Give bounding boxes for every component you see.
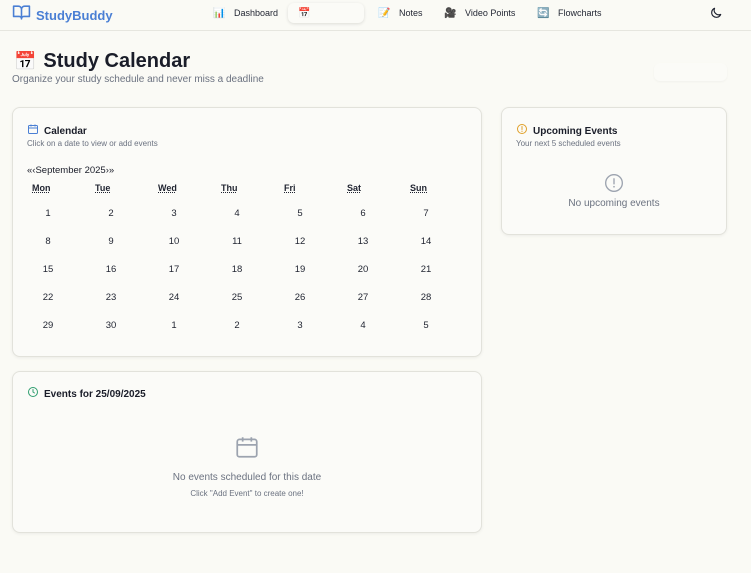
calendar-card-title: Calendar — [44, 125, 87, 137]
calendar-day-cell[interactable]: 30 — [91, 316, 131, 336]
calendar-day-cell[interactable]: 5 — [406, 316, 446, 336]
calendar-day-cell[interactable]: 16 — [91, 260, 131, 280]
calendar-day-cell[interactable]: 23 — [91, 288, 131, 308]
calendar-day-cell[interactable]: 25 — [217, 288, 257, 308]
events-card: Events for 25/09/2025 No events schedule… — [12, 371, 482, 533]
calendar-day-cell[interactable]: 10 — [154, 232, 194, 252]
calendar-day-cell[interactable]: 1 — [154, 316, 194, 336]
nav-video-points[interactable]: 🎥 Video Points — [444, 3, 515, 23]
empty-calendar-icon — [234, 434, 260, 465]
calendar-day-cell[interactable]: 28 — [406, 288, 446, 308]
calendar-day-cell[interactable]: 7 — [406, 204, 446, 224]
calendar-day-cell[interactable]: 4 — [217, 204, 257, 224]
nav-video-points-label: Video Points — [465, 8, 516, 18]
calendar-day-cell[interactable]: 24 — [154, 288, 194, 308]
calendar-day-cell[interactable]: 14 — [406, 232, 446, 252]
calendar-day-cell[interactable]: 29 — [28, 316, 68, 336]
nav-dashboard[interactable]: 📊 Dashboard — [213, 3, 278, 23]
weekday-label: Wed — [158, 183, 177, 193]
nav-calendar[interactable]: 📅 — [288, 3, 364, 23]
calendar-day-cell[interactable]: 15 — [28, 260, 68, 280]
calendar-day-cell[interactable]: 17 — [154, 260, 194, 280]
calendar-day-cell[interactable]: 22 — [28, 288, 68, 308]
brand-name: StudyBuddy — [36, 7, 113, 23]
clock-icon — [27, 385, 39, 403]
events-empty-hint: Click "Add Event" to create one! — [190, 489, 304, 498]
add-event-button[interactable] — [654, 63, 727, 81]
nav-notes[interactable]: 📝 Notes — [378, 3, 423, 23]
upcoming-card-header: Upcoming Events — [516, 122, 617, 140]
weekday-label: Tue — [95, 183, 111, 193]
calendar-day-cell[interactable]: 20 — [343, 260, 383, 280]
weekday-label: Mon — [32, 183, 51, 193]
nav-notes-label: Notes — [399, 8, 423, 18]
events-empty-message: No events scheduled for this date — [172, 472, 322, 483]
calendar-emoji-icon: 📅 — [14, 51, 37, 71]
alert-circle-icon — [516, 122, 528, 140]
calendar-card: Calendar Click on a date to view or add … — [12, 107, 482, 357]
calendar-day-cell[interactable]: 11 — [217, 232, 257, 252]
nav-flowcharts-label: Flowcharts — [558, 8, 602, 18]
calendar-day-cell[interactable]: 1 — [28, 204, 68, 224]
calendar-day-cell[interactable]: 19 — [280, 260, 320, 280]
events-empty-state: No events scheduled for this date Click … — [13, 472, 481, 498]
upcoming-empty-message: No upcoming events — [568, 198, 660, 209]
weekday-label: Sun — [410, 183, 427, 193]
next-month-button[interactable]: ›» — [106, 165, 114, 176]
calendar-day-cell[interactable]: 8 — [28, 232, 68, 252]
calendar-day-cell[interactable]: 12 — [280, 232, 320, 252]
calendar-day-cell[interactable]: 5 — [280, 204, 320, 224]
calendar-day-cell[interactable]: 27 — [343, 288, 383, 308]
calendar-day-cell[interactable]: 18 — [217, 260, 257, 280]
chart-icon: 📊 — [213, 7, 226, 19]
month-navigation: «‹September 2025›» — [27, 165, 114, 176]
cycle-icon: 🔄 — [537, 7, 550, 19]
month-label: September 2025 — [35, 165, 106, 176]
info-circle-icon — [604, 173, 624, 198]
calendar-icon — [27, 122, 39, 140]
calendar-day-cell[interactable]: 2 — [217, 316, 257, 336]
nav-flowcharts[interactable]: 🔄 Flowcharts — [537, 3, 602, 23]
page-title-text: Study Calendar — [43, 50, 191, 72]
calendar-day-cell[interactable]: 26 — [280, 288, 320, 308]
events-card-title: Events for 25/09/2025 — [44, 388, 146, 400]
book-icon — [12, 4, 31, 26]
moon-icon[interactable] — [709, 6, 723, 20]
upcoming-card-title: Upcoming Events — [533, 125, 618, 137]
weekday-label: Sat — [347, 183, 362, 193]
page-subtitle: Organize your study schedule and never m… — [12, 74, 264, 85]
calendar-day-cell[interactable]: 2 — [91, 204, 131, 224]
calendar-icon: 📅 — [298, 7, 311, 19]
page-title: 📅 Study Calendar — [14, 50, 190, 73]
top-navbar: StudyBuddy 📊 Dashboard 📅 📝 Notes 🎥 Video… — [0, 0, 751, 31]
calendar-day-cell[interactable]: 4 — [343, 316, 383, 336]
upcoming-events-card: Upcoming Events Your next 5 scheduled ev… — [501, 107, 727, 235]
memo-icon: 📝 — [378, 7, 391, 19]
weekday-label: Fri — [284, 183, 296, 193]
weekday-label: Thu — [221, 183, 238, 193]
calendar-card-header: Calendar — [27, 122, 87, 140]
calendar-day-cell[interactable]: 6 — [343, 204, 383, 224]
brand[interactable]: StudyBuddy — [12, 4, 113, 26]
events-card-header: Events for 25/09/2025 — [27, 385, 146, 403]
calendar-day-cell[interactable]: 13 — [343, 232, 383, 252]
calendar-day-cell[interactable]: 3 — [280, 316, 320, 336]
calendar-card-subtitle: Click on a date to view or add events — [27, 139, 158, 148]
upcoming-empty-state: No upcoming events — [502, 198, 726, 209]
video-camera-icon: 🎥 — [444, 7, 457, 19]
calendar-day-cell[interactable]: 21 — [406, 260, 446, 280]
calendar-day-cell[interactable]: 3 — [154, 204, 194, 224]
upcoming-card-subtitle: Your next 5 scheduled events — [516, 139, 621, 148]
calendar-day-cell[interactable]: 9 — [91, 232, 131, 252]
nav-dashboard-label: Dashboard — [234, 8, 279, 18]
